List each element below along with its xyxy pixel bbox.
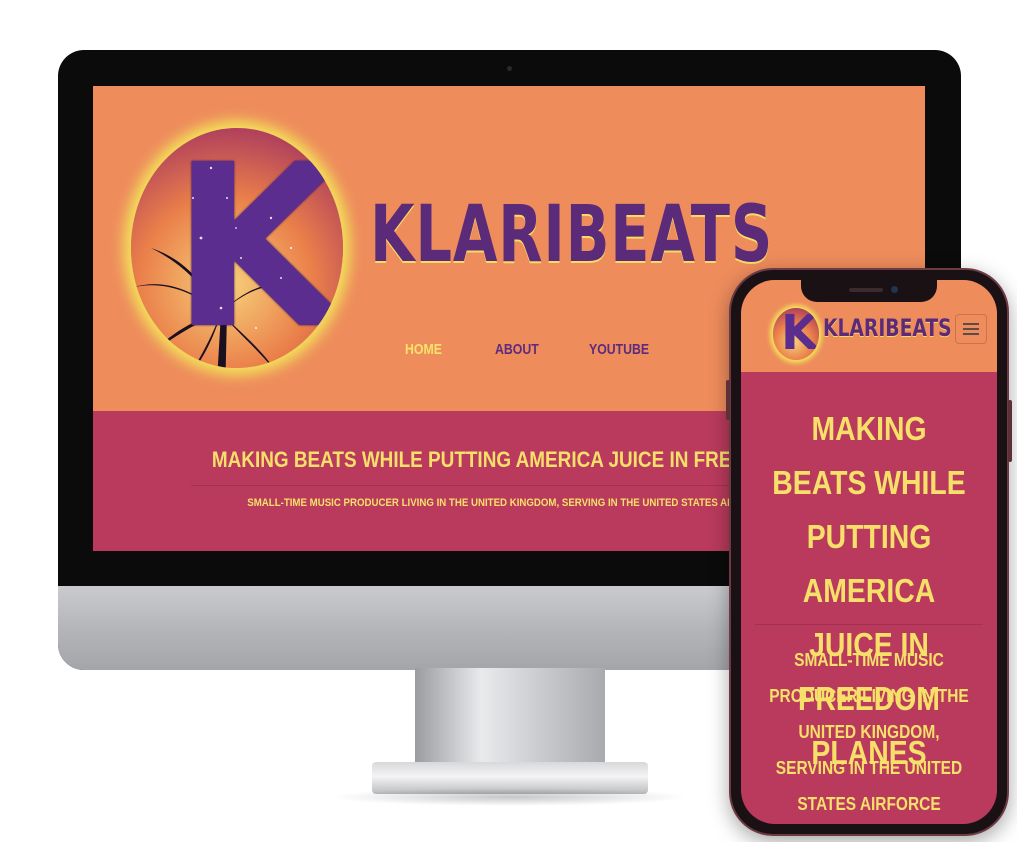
- brand-title[interactable]: KLARIBEATS: [370, 190, 773, 280]
- nav-youtube[interactable]: YOUTUBE: [589, 341, 649, 358]
- desktop-logo[interactable]: K: [131, 128, 343, 368]
- phone-side-button: [1008, 400, 1012, 462]
- monitor-camera: [507, 66, 512, 71]
- nav-home[interactable]: HOME: [405, 341, 442, 358]
- phone-notch: [801, 280, 937, 302]
- mobile-hero-divider: [755, 624, 983, 625]
- mobile-hero-tagline: SMALL-TIME MUSIC PRODUCER LIVING IN THE …: [769, 650, 969, 814]
- phone-volume-button: [726, 380, 730, 420]
- mobile-phone: K KLARIBEATS MAKING BEATS WHILE PUTTING …: [726, 268, 1012, 836]
- mobile-website: K KLARIBEATS MAKING BEATS WHILE PUTTING …: [741, 280, 997, 824]
- mobile-logo-letter: K: [781, 308, 819, 360]
- monitor-shadow: [330, 788, 690, 806]
- mobile-logo[interactable]: K: [773, 308, 819, 360]
- monitor-stand-neck: [415, 668, 605, 773]
- nav-about[interactable]: ABOUT: [495, 341, 539, 358]
- phone-camera: [891, 286, 898, 293]
- hamburger-icon[interactable]: [955, 314, 987, 344]
- mobile-brand-title[interactable]: KLARIBEATS: [823, 314, 952, 342]
- star-sparkles: [192, 166, 293, 329]
- phone-speaker: [849, 288, 883, 292]
